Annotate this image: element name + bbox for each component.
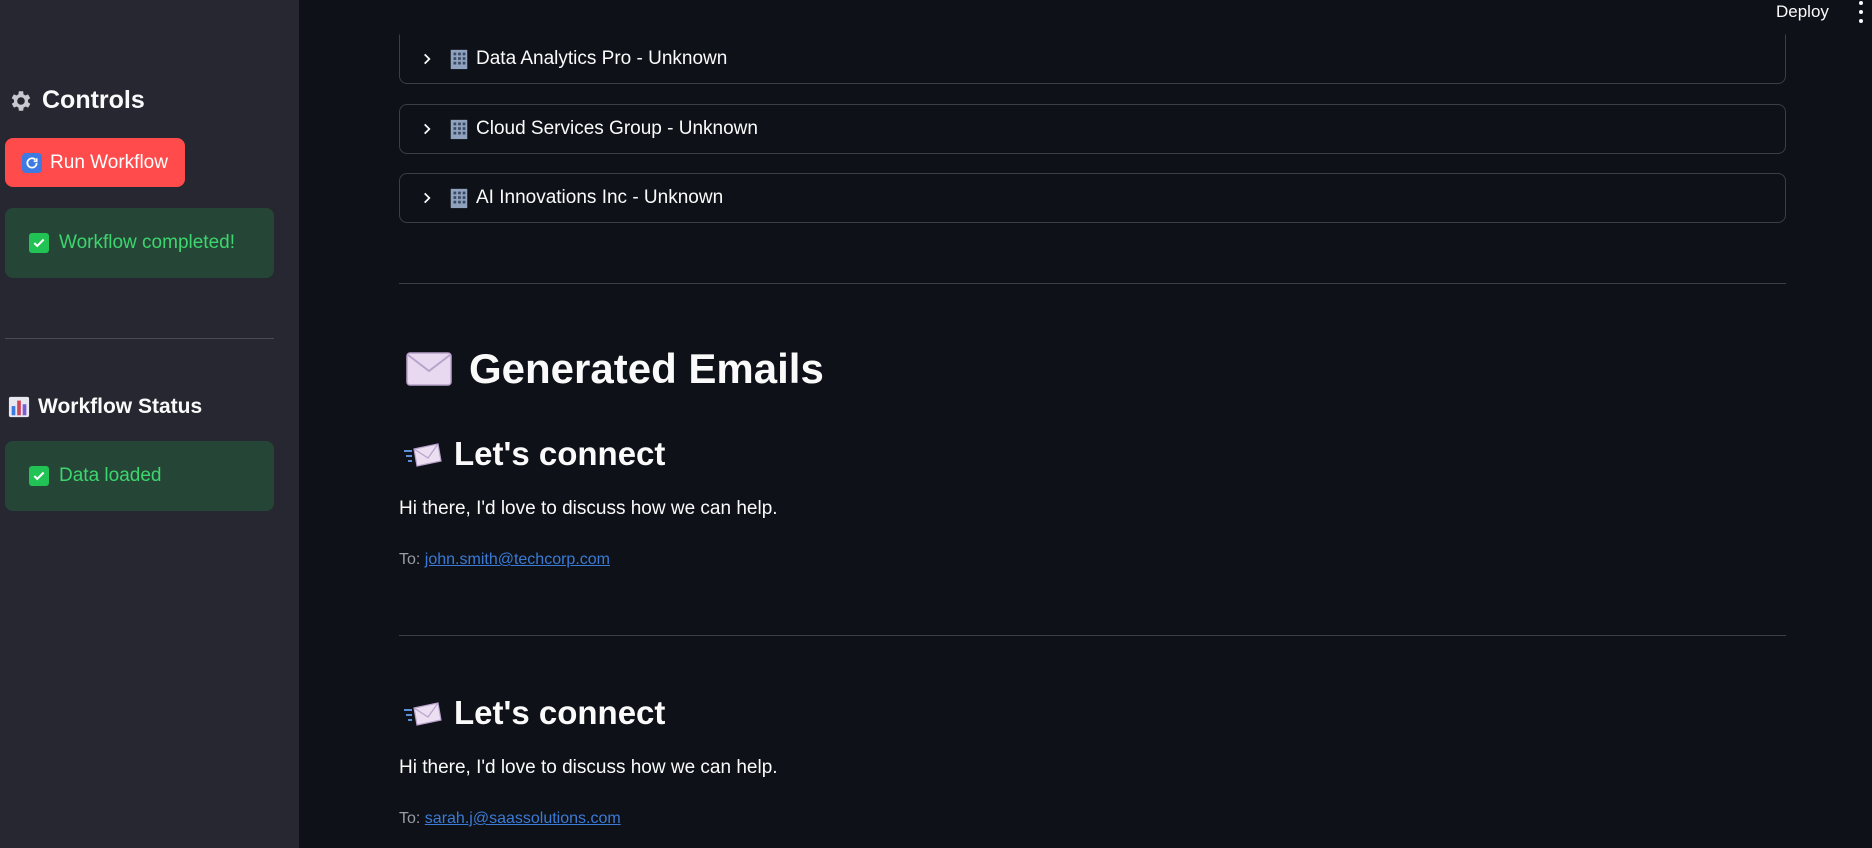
email-subject-heading: Let's connect [402, 435, 665, 473]
envelope-icon [406, 352, 452, 386]
company-name: Data Analytics Pro - Unknown [476, 48, 728, 69]
check-icon [29, 466, 49, 486]
email-body: Hi there, I'd love to discuss how we can… [399, 498, 778, 519]
deploy-button[interactable]: Deploy [1776, 2, 1829, 22]
data-loaded-alert: Data loaded [5, 441, 274, 511]
incoming-envelope-icon [404, 702, 442, 726]
company-expander-label: AI Innovations Inc - Unknown [448, 187, 723, 209]
bar-chart-icon [8, 396, 30, 418]
controls-heading: Controls [8, 86, 145, 115]
company-expander[interactable]: AI Innovations Inc - Unknown [399, 173, 1786, 223]
controls-heading-text: Controls [42, 86, 145, 114]
incoming-envelope-icon [404, 443, 442, 467]
email-subject: Let's connect [454, 435, 666, 472]
company-expander-label: Data Analytics Pro - Unknown [448, 48, 727, 70]
refresh-icon [22, 152, 43, 173]
chevron-right-icon [424, 53, 431, 65]
generated-emails-heading: Generated Emails [405, 345, 824, 393]
chevron-right-icon [424, 123, 431, 135]
office-building-icon [450, 49, 468, 70]
gear-icon [11, 90, 31, 111]
company-name: Cloud Services Group - Unknown [476, 118, 758, 139]
recipient-email-link[interactable]: john.smith@techcorp.com [425, 551, 610, 568]
app-root: Controls Run Workflow Workflow completed… [0, 0, 1872, 848]
email-body: Hi there, I'd love to discuss how we can… [399, 757, 778, 778]
chevron-right-icon [424, 192, 431, 204]
company-name: AI Innovations Inc - Unknown [476, 187, 724, 208]
workflow-completed-text: Workflow completed! [59, 232, 235, 253]
workflow-status-heading: Workflow Status [8, 395, 202, 419]
sidebar-divider [5, 338, 274, 339]
email-recipient-line: To: sarah.j@saassolutions.com [399, 810, 621, 828]
generated-emails-title: Generated Emails [469, 345, 824, 392]
company-expander[interactable]: Cloud Services Group - Unknown [399, 104, 1786, 154]
email-recipient-line: To: john.smith@techcorp.com [399, 551, 610, 569]
company-expander-label: Cloud Services Group - Unknown [448, 118, 758, 140]
email-subject-heading: Let's connect [402, 694, 665, 732]
kebab-menu-icon[interactable] [1857, 1, 1865, 23]
to-prefix: To: [399, 551, 421, 568]
run-workflow-label: Run Workflow [50, 151, 168, 173]
run-workflow-button[interactable]: Run Workflow [5, 138, 185, 187]
office-building-icon [450, 188, 468, 209]
divider [399, 283, 1786, 284]
data-loaded-text: Data loaded [59, 465, 162, 486]
workflow-status-text: Workflow Status [38, 395, 203, 418]
divider [399, 635, 1786, 636]
office-building-icon [450, 119, 468, 140]
email-subject: Let's connect [454, 694, 666, 731]
company-expander[interactable]: Data Analytics Pro - Unknown [399, 34, 1786, 84]
to-prefix: To: [399, 810, 421, 827]
sidebar: Controls Run Workflow Workflow completed… [0, 0, 299, 848]
check-icon [29, 233, 49, 253]
workflow-completed-alert: Workflow completed! [5, 208, 274, 278]
recipient-email-link[interactable]: sarah.j@saassolutions.com [425, 810, 621, 827]
